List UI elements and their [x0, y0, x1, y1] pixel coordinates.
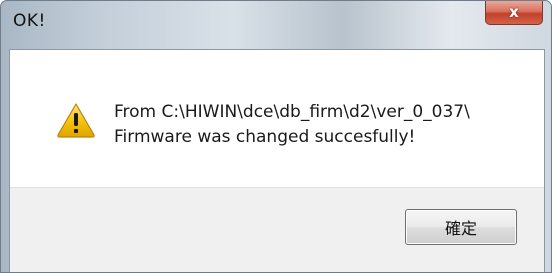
message-area: From C:\HIWIN\dce\db_firm\d2\ver_0_037\ …	[10, 50, 544, 187]
message-line-status: Firmware was changed succesfully!	[114, 127, 416, 147]
dialog-window: OK! x From C:\HIWIN\dce\db_firm\d2\ver_0…	[0, 0, 552, 273]
ok-button[interactable]: 確定	[405, 209, 517, 245]
title-bar[interactable]: OK! x	[1, 1, 551, 49]
button-bar: 確定	[10, 187, 544, 272]
warning-icon	[57, 103, 95, 138]
message-line-path: From C:\HIWIN\dce\db_firm\d2\ver_0_037\	[114, 102, 470, 122]
message-text: From C:\HIWIN\dce\db_firm\d2\ver_0_037\ …	[114, 100, 470, 150]
window-title: OK!	[13, 11, 46, 31]
close-button[interactable]: x	[485, 1, 543, 25]
dialog-client-area: From C:\HIWIN\dce\db_firm\d2\ver_0_037\ …	[9, 49, 545, 272]
close-icon: x	[509, 3, 519, 21]
